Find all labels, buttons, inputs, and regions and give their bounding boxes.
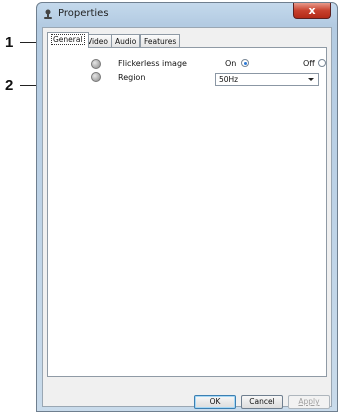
properties-window: Properties x General Video Audio Feature… (36, 2, 338, 412)
apply-button[interactable]: Apply (288, 395, 330, 409)
flickerless-off-radio[interactable] (318, 59, 326, 67)
region-dropdown[interactable]: 50Hz (215, 73, 319, 86)
region-circle-icon (91, 72, 101, 82)
flickerless-on-label: On (225, 59, 237, 68)
tab-general[interactable]: General (47, 32, 89, 48)
chevron-down-icon (308, 78, 314, 81)
general-tab-panel: Flickerless image On Off Region (47, 47, 327, 377)
window-title: Properties (58, 8, 109, 19)
callout-number-1: 1 (5, 34, 14, 51)
title-bar[interactable]: Properties x (37, 3, 337, 25)
region-dropdown-value: 50Hz (219, 75, 239, 84)
ok-button[interactable]: OK (194, 395, 236, 409)
flickerless-on-radio[interactable] (241, 59, 249, 67)
close-icon: x (308, 4, 316, 17)
flickerless-circle-icon (91, 59, 101, 69)
webcam-app-icon (44, 9, 52, 19)
flickerless-label: Flickerless image (118, 59, 187, 68)
cancel-button[interactable]: Cancel (241, 395, 283, 409)
tab-features[interactable]: Features (140, 34, 181, 47)
close-button[interactable]: x (293, 3, 331, 19)
dialog-client-area: General Video Audio Features Flickerless… (42, 27, 332, 409)
tab-audio[interactable]: Audio (111, 34, 141, 47)
region-label: Region (118, 73, 146, 82)
callout-number-2: 2 (5, 77, 14, 94)
flickerless-off-label: Off (303, 59, 315, 68)
